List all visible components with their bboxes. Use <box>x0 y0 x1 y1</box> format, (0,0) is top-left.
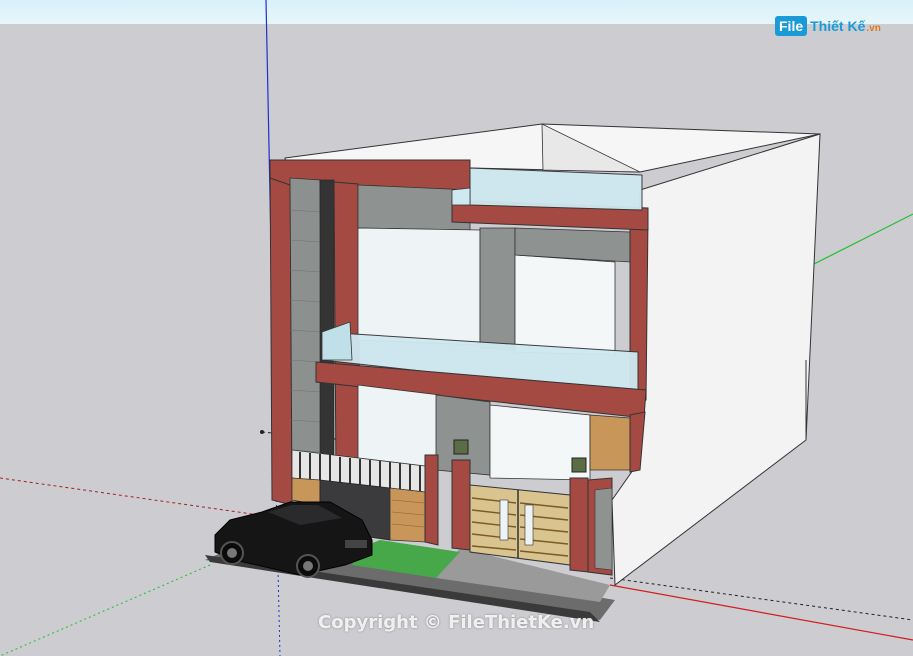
facade-left-column <box>269 159 293 506</box>
model-canvas[interactable] <box>0 0 913 656</box>
gate-pillar-3 <box>569 477 589 573</box>
ground-wood-panel <box>589 414 631 471</box>
gate-pillar-2 <box>451 459 471 551</box>
upper-glass-left <box>357 227 481 346</box>
pillar-lamp-2 <box>571 457 587 473</box>
right-fence-tile <box>594 487 613 571</box>
fence-wood-right <box>389 487 426 543</box>
site-logo: File Thiết Kế .vn <box>775 12 881 40</box>
upper-glass-right <box>514 254 616 356</box>
pillar-lamp-1 <box>453 439 469 455</box>
sketchup-viewport[interactable]: File Thiết Kế .vn Copyright © FileThietK… <box>0 0 913 656</box>
top-balcony-glass-side <box>451 187 471 206</box>
logo-name: Thiết Kế <box>810 18 866 34</box>
gate-pillar-1 <box>424 454 439 546</box>
copyright-watermark: Copyright © FileThietKe.vn <box>318 612 595 633</box>
gate-window-right <box>524 504 534 546</box>
logo-badge: File <box>775 16 808 36</box>
origin-marker <box>260 430 264 434</box>
logo-suffix: .vn <box>866 23 881 34</box>
gate-window-left <box>499 499 509 541</box>
upper-grey-mid <box>479 227 516 351</box>
top-balcony-glass <box>469 167 643 211</box>
left-grey-tile-panel <box>289 177 323 476</box>
main-gate-frame <box>469 484 571 566</box>
fence-wood-left <box>291 477 321 506</box>
